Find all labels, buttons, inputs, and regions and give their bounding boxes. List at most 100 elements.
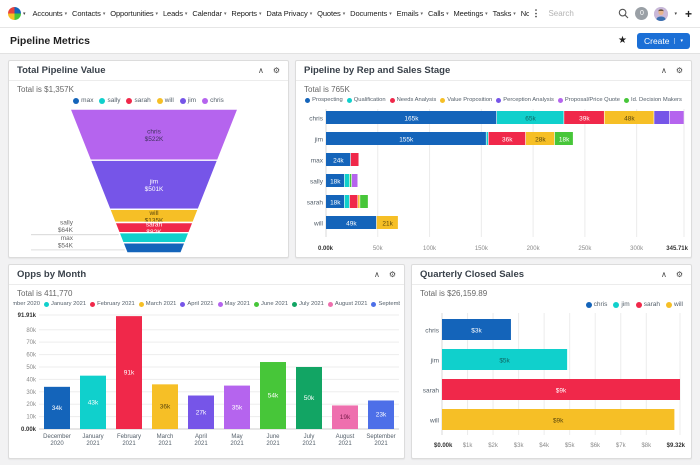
x-axis-tick: 0.00k	[318, 246, 334, 252]
legend-item-august-2021[interactable]: August 2021	[328, 301, 368, 307]
funnel-segment-sally[interactable]	[119, 233, 189, 243]
x-axis-tick: $1k	[463, 443, 474, 449]
legend-item-april-2021[interactable]: April 2021	[180, 301, 213, 307]
x-category-label: March	[157, 434, 174, 440]
legend-item-needs-analysis[interactable]: Needs Analysis	[390, 97, 437, 103]
nav-item-documents[interactable]: Documents▾	[349, 9, 392, 18]
legend-item-value-proposition[interactable]: Value Proposition	[440, 97, 492, 103]
collapse-chevron-icon[interactable]: ∧	[661, 271, 667, 279]
legend-dot-icon	[558, 98, 563, 103]
bar-segment-sally[interactable]	[350, 174, 351, 187]
bar-segment-chris[interactable]	[654, 111, 669, 124]
funnel-segment-max[interactable]	[123, 243, 185, 253]
app-logo[interactable]: ▾	[8, 7, 26, 20]
legend-item-jim[interactable]: jim	[180, 97, 196, 104]
user-menu-caret-icon[interactable]: ▾	[674, 11, 677, 17]
bar-segment-max[interactable]	[351, 153, 359, 166]
bar-segment-sally[interactable]	[345, 174, 350, 187]
bar-segment-sally[interactable]	[352, 174, 358, 187]
legend-item-perception-analysis[interactable]: Perception Analysis	[496, 97, 554, 103]
legend-item-may-2021[interactable]: May 2021	[218, 301, 250, 307]
nav-item-calendar[interactable]: Calendar▾	[191, 9, 227, 18]
suitecrm-logo-icon	[8, 7, 21, 20]
month-bar-legend: December 2020 January 2021 February 2021 Ma…	[13, 301, 400, 307]
legend-item-january-2021[interactable]: January 2021	[44, 301, 86, 307]
legend-dot-icon	[666, 302, 672, 308]
nav-item-leads[interactable]: Leads▾	[162, 9, 188, 18]
favorite-star-icon[interactable]: ★	[618, 35, 627, 46]
legend-dot-icon	[586, 302, 592, 308]
legend-item-will[interactable]: will	[157, 97, 174, 104]
x-category-label: July	[304, 434, 315, 440]
more-menu-icon[interactable]: ⋮	[531, 8, 540, 19]
bar-segment-chris[interactable]	[670, 111, 684, 124]
bar-segment-value: 24k	[333, 157, 344, 164]
legend-item-proposal-price-quote[interactable]: Proposal/Price Quote	[558, 97, 620, 103]
legend-item-max[interactable]: max	[73, 97, 93, 104]
bar-segment-sarah[interactable]	[360, 195, 368, 208]
legend-item-july-2021[interactable]: July 2021	[292, 301, 324, 307]
legend-item-june-2021[interactable]: June 2021	[254, 301, 288, 307]
legend-dot-icon	[126, 98, 132, 104]
legend-label: jim	[188, 97, 196, 104]
quick-add-icon[interactable]: +	[685, 7, 692, 21]
nav-item-tasks[interactable]: Tasks▾	[492, 9, 517, 18]
legend-item-december-2020[interactable]: December 2020	[13, 301, 40, 307]
legend-item-sally[interactable]: sally	[99, 97, 120, 104]
nav-item-quotes[interactable]: Quotes▾	[316, 9, 346, 18]
stacked-bar-chart: 0.00k50k100k150k200k250k300k345.71kchris…	[296, 107, 691, 257]
gear-icon[interactable]: ⚙	[676, 67, 683, 75]
nav-item-emails[interactable]: Emails▾	[396, 9, 424, 18]
card-quarterly-closed-sales: Quarterly Closed Sales ∧ ⚙ Total is $26,…	[411, 264, 692, 459]
collapse-chevron-icon[interactable]: ∧	[661, 67, 667, 75]
nav-item-notes[interactable]: Notes▾	[520, 9, 530, 18]
legend-item-sarah[interactable]: sarah	[636, 301, 660, 308]
vertical-bar-chart: 0.00k10k20k30k40k50k60k70k80k91.91k34kDe…	[9, 311, 404, 458]
legend-item-march-2021[interactable]: March 2021	[139, 301, 177, 307]
legend-item-will[interactable]: will	[666, 301, 683, 308]
nav-item-data-privacy[interactable]: Data Privacy▾	[265, 9, 313, 18]
collapse-chevron-icon[interactable]: ∧	[258, 67, 264, 75]
bar-segment-value: 18k	[559, 136, 570, 143]
bar-segment-value: 39k	[579, 115, 590, 122]
page-titlebar: Pipeline Metrics ★ Create ▾	[0, 28, 700, 54]
funnel-legend: max sally sarah will jim chris	[13, 97, 284, 104]
nav-item-reports[interactable]: Reports▾	[230, 9, 262, 18]
chevron-down-icon: ▾	[156, 11, 158, 17]
legend-item-sarah[interactable]: sarah	[126, 97, 150, 104]
nav-item-opportunities[interactable]: Opportunities▾	[109, 9, 159, 18]
gear-icon[interactable]: ⚙	[676, 271, 683, 279]
bar-value: $9k	[556, 388, 567, 395]
search-input[interactable]	[546, 8, 612, 19]
legend-item-chris[interactable]: chris	[202, 97, 224, 104]
legend-item-chris[interactable]: chris	[586, 301, 608, 308]
legend-item-prospecting[interactable]: Prospecting	[305, 97, 343, 103]
bar-segment-sarah[interactable]	[358, 195, 359, 208]
nav-item-meetings[interactable]: Meetings▾	[453, 9, 489, 18]
nav-item-accounts[interactable]: Accounts▾	[32, 9, 68, 18]
bar-segment-sarah[interactable]	[345, 195, 350, 208]
gear-icon[interactable]: ⚙	[389, 271, 396, 279]
legend-dot-icon	[496, 98, 501, 103]
bar-segment-value: 48k	[624, 115, 635, 122]
legend-item-september-2021[interactable]: September 2021	[371, 301, 400, 307]
legend-item-jim[interactable]: jim	[613, 301, 629, 308]
notification-badge[interactable]: 0	[635, 7, 648, 20]
bar-segment-jim[interactable]	[487, 132, 488, 145]
nav-item-contacts[interactable]: Contacts▾	[71, 9, 106, 18]
x-category-year: 2021	[338, 441, 352, 447]
legend-dot-icon	[636, 302, 642, 308]
row-label: will	[429, 418, 440, 425]
legend-item-february-2021[interactable]: February 2021	[90, 301, 135, 307]
collapse-chevron-icon[interactable]: ∧	[374, 271, 380, 279]
avatar[interactable]	[654, 7, 668, 21]
nav-item-calls[interactable]: Calls▾	[427, 9, 450, 18]
legend-item-id-decision-makers[interactable]: Id. Decision Makers	[624, 97, 682, 103]
create-button[interactable]: Create ▾	[637, 33, 690, 49]
search-icon[interactable]	[618, 8, 629, 19]
legend-label: Value Proposition	[447, 97, 492, 103]
bar-segment-sarah[interactable]	[350, 195, 358, 208]
bar-value: 91k	[124, 370, 135, 377]
legend-item-qualification[interactable]: Qualification	[347, 97, 386, 103]
gear-icon[interactable]: ⚙	[273, 67, 280, 75]
